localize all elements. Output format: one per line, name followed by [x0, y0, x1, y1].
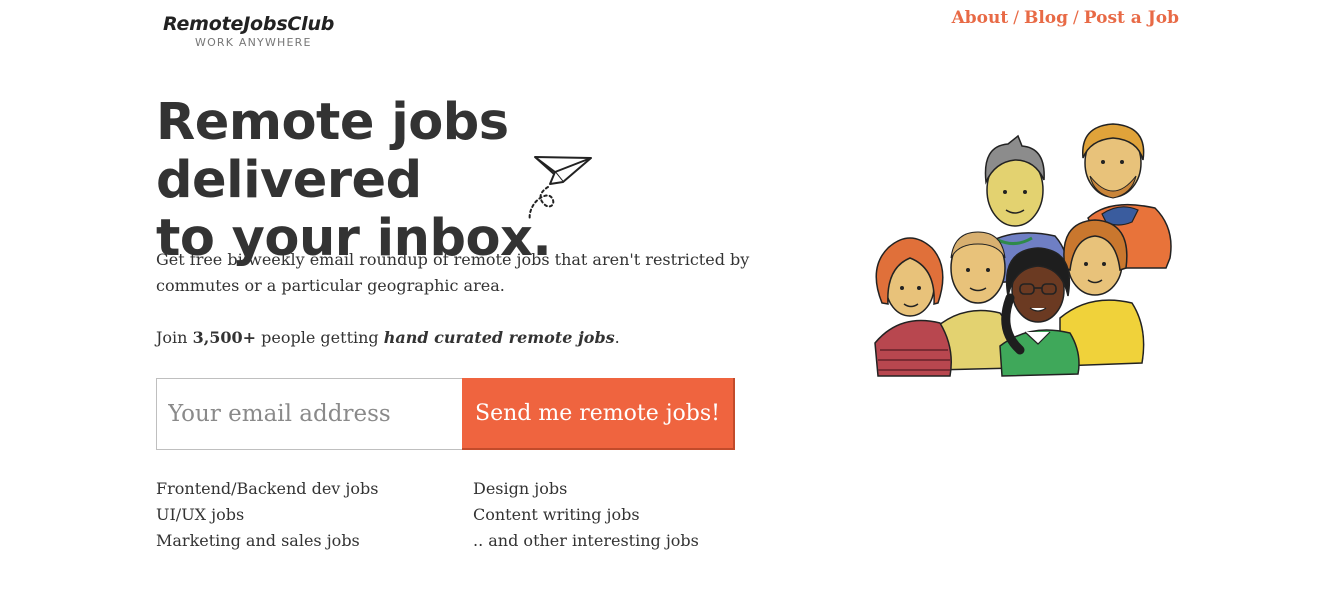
site-logo[interactable]: RemoteJobsClub WORK ANYWHERE — [163, 12, 353, 50]
job-categories-right: Design jobs Content writing jobs .. and … — [473, 476, 699, 554]
top-nav: About / Blog / Post a Job — [952, 8, 1179, 28]
job-categories-left: Frontend/Backend dev jobs UI/UX jobs Mar… — [156, 476, 378, 554]
subscriber-count: 3,500+ — [192, 328, 257, 347]
category-item: UI/UX jobs — [156, 505, 245, 524]
category-item: Design jobs — [473, 479, 568, 498]
logo-tagline: WORK ANYWHERE — [195, 36, 312, 49]
logo-title: RemoteJobsClub — [163, 13, 335, 35]
person-left-woman — [874, 237, 952, 377]
join-emphasis: hand curated remote jobs — [383, 328, 615, 347]
join-middle: people getting — [256, 328, 384, 347]
category-item: Frontend/Backend dev jobs — [156, 479, 379, 498]
hero-title: Remote jobs delivered to your inbox. — [156, 94, 756, 268]
signup-form: Send me remote jobs! — [156, 378, 736, 450]
nav-blog-link[interactable]: Blog — [1024, 8, 1068, 28]
join-prefix: Join — [156, 328, 193, 347]
hero-title-line1: Remote jobs delivered — [156, 93, 509, 210]
category-item: .. and other interesting jobs — [473, 531, 699, 550]
join-suffix: . — [614, 328, 620, 347]
team-illustration — [874, 123, 1172, 377]
paper-plane-icon — [528, 156, 592, 221]
category-item: Marketing and sales jobs — [156, 531, 360, 550]
email-input[interactable] — [156, 378, 462, 450]
category-item: Content writing jobs — [473, 505, 640, 524]
nav-separator: / — [1073, 8, 1079, 28]
subscribe-button[interactable]: Send me remote jobs! — [462, 378, 735, 450]
nav-about-link[interactable]: About — [952, 8, 1009, 28]
hero-description: Get free bi-weekly email roundup of remo… — [156, 250, 750, 295]
nav-post-job-link[interactable]: Post a Job — [1084, 8, 1179, 28]
join-statement: Join 3,500+ people getting hand curated … — [156, 325, 756, 351]
nav-separator: / — [1013, 8, 1019, 28]
